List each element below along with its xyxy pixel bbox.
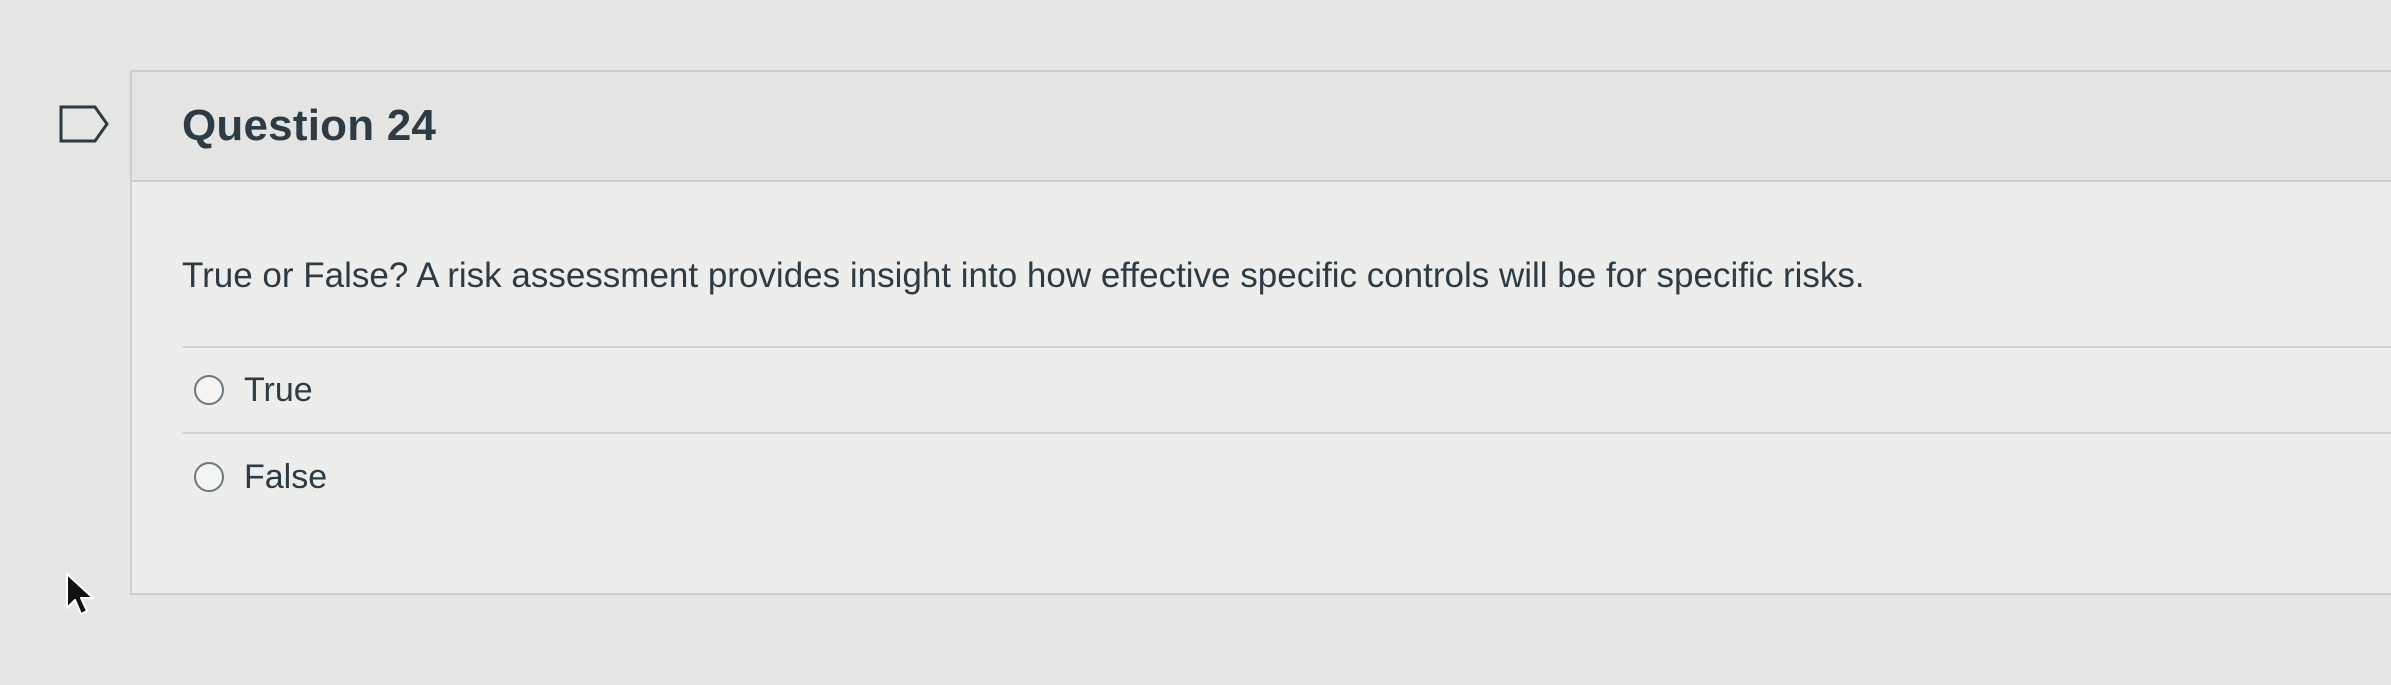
question-header: Question 24 bbox=[132, 72, 2391, 182]
answer-label-true: True bbox=[244, 370, 313, 409]
radio-button-false[interactable] bbox=[194, 462, 224, 492]
question-title: Question 24 bbox=[182, 101, 437, 150]
answer-option-true[interactable]: True bbox=[182, 348, 2391, 434]
flag-question-icon[interactable] bbox=[58, 104, 110, 144]
answer-option-false[interactable]: False bbox=[182, 434, 2391, 520]
question-card: Question 24 True or False? A risk assess… bbox=[130, 70, 2391, 595]
mouse-pointer-icon bbox=[66, 573, 94, 615]
answer-label-false: False bbox=[244, 457, 328, 496]
radio-button-true[interactable] bbox=[194, 375, 224, 405]
question-text: True or False? A risk assessment provide… bbox=[182, 256, 2391, 348]
answer-list: True False bbox=[182, 348, 2391, 520]
question-body: True or False? A risk assessment provide… bbox=[132, 256, 2391, 520]
quiz-page: { "question": { "title": "Question 24", … bbox=[0, 0, 2391, 685]
